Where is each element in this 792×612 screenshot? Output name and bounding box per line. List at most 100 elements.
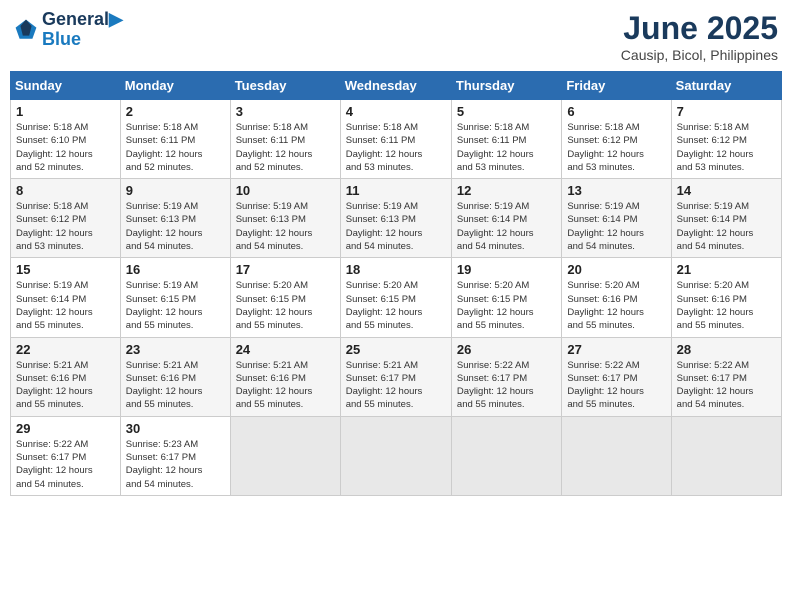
day-number: 22 <box>16 342 115 357</box>
calendar-cell: 28 Sunrise: 5:22 AM Sunset: 6:17 PM Dayl… <box>671 337 781 416</box>
day-info: Sunrise: 5:19 AM Sunset: 6:14 PM Dayligh… <box>457 200 556 253</box>
day-number: 15 <box>16 262 115 277</box>
day-number: 16 <box>126 262 225 277</box>
day-number: 14 <box>677 183 776 198</box>
day-number: 29 <box>16 421 115 436</box>
calendar-cell: 18 Sunrise: 5:20 AM Sunset: 6:15 PM Dayl… <box>340 258 451 337</box>
day-header-thursday: Thursday <box>451 72 561 100</box>
day-info: Sunrise: 5:20 AM Sunset: 6:15 PM Dayligh… <box>346 279 446 332</box>
calendar-week-1: 8 Sunrise: 5:18 AM Sunset: 6:12 PM Dayli… <box>11 179 782 258</box>
day-info: Sunrise: 5:22 AM Sunset: 6:17 PM Dayligh… <box>567 359 665 412</box>
calendar-cell <box>230 416 340 495</box>
day-number: 4 <box>346 104 446 119</box>
calendar-cell: 15 Sunrise: 5:19 AM Sunset: 6:14 PM Dayl… <box>11 258 121 337</box>
calendar-cell: 20 Sunrise: 5:20 AM Sunset: 6:16 PM Dayl… <box>562 258 671 337</box>
day-info: Sunrise: 5:20 AM Sunset: 6:15 PM Dayligh… <box>457 279 556 332</box>
logo-text: General▶ Blue <box>42 10 123 50</box>
calendar-header-row: SundayMondayTuesdayWednesdayThursdayFrid… <box>11 72 782 100</box>
calendar-cell: 22 Sunrise: 5:21 AM Sunset: 6:16 PM Dayl… <box>11 337 121 416</box>
day-info: Sunrise: 5:22 AM Sunset: 6:17 PM Dayligh… <box>16 438 115 491</box>
calendar-cell: 8 Sunrise: 5:18 AM Sunset: 6:12 PM Dayli… <box>11 179 121 258</box>
day-info: Sunrise: 5:20 AM Sunset: 6:16 PM Dayligh… <box>677 279 776 332</box>
day-number: 17 <box>236 262 335 277</box>
calendar-cell: 25 Sunrise: 5:21 AM Sunset: 6:17 PM Dayl… <box>340 337 451 416</box>
calendar-cell: 5 Sunrise: 5:18 AM Sunset: 6:11 PM Dayli… <box>451 100 561 179</box>
day-header-saturday: Saturday <box>671 72 781 100</box>
day-info: Sunrise: 5:21 AM Sunset: 6:16 PM Dayligh… <box>126 359 225 412</box>
calendar-cell: 23 Sunrise: 5:21 AM Sunset: 6:16 PM Dayl… <box>120 337 230 416</box>
day-number: 6 <box>567 104 665 119</box>
day-info: Sunrise: 5:19 AM Sunset: 6:15 PM Dayligh… <box>126 279 225 332</box>
day-info: Sunrise: 5:18 AM Sunset: 6:12 PM Dayligh… <box>677 121 776 174</box>
day-info: Sunrise: 5:19 AM Sunset: 6:14 PM Dayligh… <box>677 200 776 253</box>
calendar-cell <box>451 416 561 495</box>
calendar-cell: 6 Sunrise: 5:18 AM Sunset: 6:12 PM Dayli… <box>562 100 671 179</box>
calendar-cell: 11 Sunrise: 5:19 AM Sunset: 6:13 PM Dayl… <box>340 179 451 258</box>
calendar-cell: 10 Sunrise: 5:19 AM Sunset: 6:13 PM Dayl… <box>230 179 340 258</box>
calendar-week-4: 29 Sunrise: 5:22 AM Sunset: 6:17 PM Dayl… <box>11 416 782 495</box>
day-number: 10 <box>236 183 335 198</box>
day-info: Sunrise: 5:23 AM Sunset: 6:17 PM Dayligh… <box>126 438 225 491</box>
calendar: SundayMondayTuesdayWednesdayThursdayFrid… <box>10 71 782 496</box>
calendar-cell: 24 Sunrise: 5:21 AM Sunset: 6:16 PM Dayl… <box>230 337 340 416</box>
day-header-wednesday: Wednesday <box>340 72 451 100</box>
day-number: 7 <box>677 104 776 119</box>
title-area: June 2025 Causip, Bicol, Philippines <box>621 10 778 63</box>
month-title: June 2025 <box>621 10 778 47</box>
day-number: 24 <box>236 342 335 357</box>
day-info: Sunrise: 5:18 AM Sunset: 6:12 PM Dayligh… <box>16 200 115 253</box>
day-info: Sunrise: 5:18 AM Sunset: 6:11 PM Dayligh… <box>236 121 335 174</box>
day-info: Sunrise: 5:18 AM Sunset: 6:11 PM Dayligh… <box>457 121 556 174</box>
calendar-cell: 17 Sunrise: 5:20 AM Sunset: 6:15 PM Dayl… <box>230 258 340 337</box>
day-number: 26 <box>457 342 556 357</box>
calendar-cell: 14 Sunrise: 5:19 AM Sunset: 6:14 PM Dayl… <box>671 179 781 258</box>
day-info: Sunrise: 5:18 AM Sunset: 6:11 PM Dayligh… <box>126 121 225 174</box>
calendar-cell: 4 Sunrise: 5:18 AM Sunset: 6:11 PM Dayli… <box>340 100 451 179</box>
calendar-cell <box>562 416 671 495</box>
day-number: 11 <box>346 183 446 198</box>
day-number: 9 <box>126 183 225 198</box>
logo-icon <box>14 18 38 42</box>
day-header-monday: Monday <box>120 72 230 100</box>
calendar-cell: 2 Sunrise: 5:18 AM Sunset: 6:11 PM Dayli… <box>120 100 230 179</box>
day-info: Sunrise: 5:19 AM Sunset: 6:13 PM Dayligh… <box>236 200 335 253</box>
calendar-week-2: 15 Sunrise: 5:19 AM Sunset: 6:14 PM Dayl… <box>11 258 782 337</box>
day-info: Sunrise: 5:19 AM Sunset: 6:13 PM Dayligh… <box>346 200 446 253</box>
day-number: 27 <box>567 342 665 357</box>
header: General▶ Blue June 2025 Causip, Bicol, P… <box>10 10 782 63</box>
day-number: 1 <box>16 104 115 119</box>
calendar-cell: 7 Sunrise: 5:18 AM Sunset: 6:12 PM Dayli… <box>671 100 781 179</box>
day-info: Sunrise: 5:22 AM Sunset: 6:17 PM Dayligh… <box>457 359 556 412</box>
calendar-cell: 12 Sunrise: 5:19 AM Sunset: 6:14 PM Dayl… <box>451 179 561 258</box>
day-header-sunday: Sunday <box>11 72 121 100</box>
calendar-cell: 13 Sunrise: 5:19 AM Sunset: 6:14 PM Dayl… <box>562 179 671 258</box>
calendar-cell: 27 Sunrise: 5:22 AM Sunset: 6:17 PM Dayl… <box>562 337 671 416</box>
day-info: Sunrise: 5:21 AM Sunset: 6:16 PM Dayligh… <box>16 359 115 412</box>
day-info: Sunrise: 5:21 AM Sunset: 6:16 PM Dayligh… <box>236 359 335 412</box>
logo: General▶ Blue <box>14 10 123 50</box>
day-header-friday: Friday <box>562 72 671 100</box>
day-info: Sunrise: 5:19 AM Sunset: 6:13 PM Dayligh… <box>126 200 225 253</box>
day-number: 19 <box>457 262 556 277</box>
day-number: 30 <box>126 421 225 436</box>
day-info: Sunrise: 5:20 AM Sunset: 6:16 PM Dayligh… <box>567 279 665 332</box>
day-info: Sunrise: 5:20 AM Sunset: 6:15 PM Dayligh… <box>236 279 335 332</box>
calendar-cell: 3 Sunrise: 5:18 AM Sunset: 6:11 PM Dayli… <box>230 100 340 179</box>
day-number: 21 <box>677 262 776 277</box>
day-info: Sunrise: 5:19 AM Sunset: 6:14 PM Dayligh… <box>567 200 665 253</box>
calendar-cell: 1 Sunrise: 5:18 AM Sunset: 6:10 PM Dayli… <box>11 100 121 179</box>
day-number: 13 <box>567 183 665 198</box>
calendar-cell: 9 Sunrise: 5:19 AM Sunset: 6:13 PM Dayli… <box>120 179 230 258</box>
day-number: 3 <box>236 104 335 119</box>
day-number: 12 <box>457 183 556 198</box>
day-number: 23 <box>126 342 225 357</box>
day-info: Sunrise: 5:19 AM Sunset: 6:14 PM Dayligh… <box>16 279 115 332</box>
day-info: Sunrise: 5:18 AM Sunset: 6:10 PM Dayligh… <box>16 121 115 174</box>
calendar-cell: 21 Sunrise: 5:20 AM Sunset: 6:16 PM Dayl… <box>671 258 781 337</box>
calendar-cell <box>340 416 451 495</box>
subtitle: Causip, Bicol, Philippines <box>621 47 778 63</box>
day-number: 20 <box>567 262 665 277</box>
calendar-week-0: 1 Sunrise: 5:18 AM Sunset: 6:10 PM Dayli… <box>11 100 782 179</box>
day-info: Sunrise: 5:18 AM Sunset: 6:11 PM Dayligh… <box>346 121 446 174</box>
calendar-week-3: 22 Sunrise: 5:21 AM Sunset: 6:16 PM Dayl… <box>11 337 782 416</box>
